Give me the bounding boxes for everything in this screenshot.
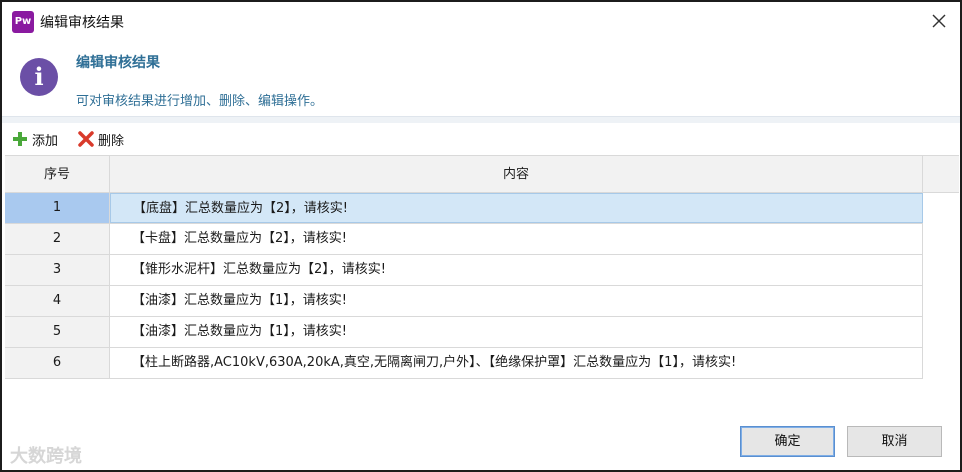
- grid-header: 序号 内容: [5, 155, 959, 193]
- close-icon: [932, 14, 946, 28]
- delete-label: 删除: [98, 133, 125, 149]
- row-seq[interactable]: 4: [5, 286, 110, 316]
- row-seq[interactable]: 6: [5, 348, 110, 378]
- info-panel: i 编辑审核结果 可对审核结果进行增加、删除、编辑操作。: [2, 40, 960, 116]
- table-row[interactable]: 1 【底盘】汇总数量应为【2】，请核实!: [5, 193, 923, 224]
- row-seq[interactable]: 5: [5, 317, 110, 347]
- header-divider: [2, 116, 960, 123]
- dialog-window: Pw 编辑审核结果 i 编辑审核结果 可对审核结果进行增加、删除、编辑操作。 添…: [0, 0, 962, 472]
- row-content[interactable]: 【锥形水泥杆】汇总数量应为【2】，请核实!: [110, 255, 923, 285]
- row-seq[interactable]: 1: [5, 193, 110, 223]
- delete-x-icon: [78, 131, 94, 147]
- table-row[interactable]: 6 【柱上断路器,AC10kV,630A,20kA,真空,无隔离闸刀,户外】、【…: [5, 348, 923, 379]
- row-seq[interactable]: 3: [5, 255, 110, 285]
- delete-button[interactable]: 删除: [78, 129, 124, 149]
- cancel-button[interactable]: 取消: [847, 426, 942, 457]
- row-content[interactable]: 【卡盘】汇总数量应为【2】，请核实!: [110, 224, 923, 254]
- close-button[interactable]: [926, 8, 952, 34]
- info-icon: i: [20, 58, 58, 96]
- app-logo-icon: Pw: [12, 11, 34, 33]
- plus-icon: [13, 132, 27, 146]
- table-row[interactable]: 3 【锥形水泥杆】汇总数量应为【2】，请核实!: [5, 255, 923, 286]
- add-label: 添加: [32, 133, 59, 149]
- row-content[interactable]: 【底盘】汇总数量应为【2】，请核实!: [110, 193, 923, 223]
- column-header-filler: [923, 156, 959, 193]
- info-description: 可对审核结果进行增加、删除、编辑操作。: [76, 94, 324, 109]
- info-title: 编辑审核结果: [76, 55, 160, 71]
- title-bar[interactable]: Pw 编辑审核结果: [2, 2, 960, 40]
- row-seq[interactable]: 2: [5, 224, 110, 254]
- row-content[interactable]: 【柱上断路器,AC10kV,630A,20kA,真空,无隔离闸刀,户外】、【绝缘…: [110, 348, 923, 378]
- toolbar: 添加 删除: [2, 123, 960, 155]
- row-content[interactable]: 【油漆】汇总数量应为【1】，请核实!: [110, 286, 923, 316]
- column-header-content[interactable]: 内容: [110, 156, 923, 193]
- table-row[interactable]: 4 【油漆】汇总数量应为【1】，请核实!: [5, 286, 923, 317]
- add-button[interactable]: 添加: [12, 129, 58, 149]
- table-row[interactable]: 5 【油漆】汇总数量应为【1】，请核实!: [5, 317, 923, 348]
- ok-button[interactable]: 确定: [740, 426, 835, 457]
- window-title: 编辑审核结果: [40, 15, 124, 31]
- results-grid: 序号 内容 1 【底盘】汇总数量应为【2】，请核实! 2 【卡盘】汇总数量应为【…: [5, 155, 959, 381]
- column-header-seq[interactable]: 序号: [5, 156, 110, 193]
- row-content[interactable]: 【油漆】汇总数量应为【1】，请核实!: [110, 317, 923, 347]
- table-row[interactable]: 2 【卡盘】汇总数量应为【2】，请核实!: [5, 224, 923, 255]
- watermark: 大数跨境: [10, 446, 82, 467]
